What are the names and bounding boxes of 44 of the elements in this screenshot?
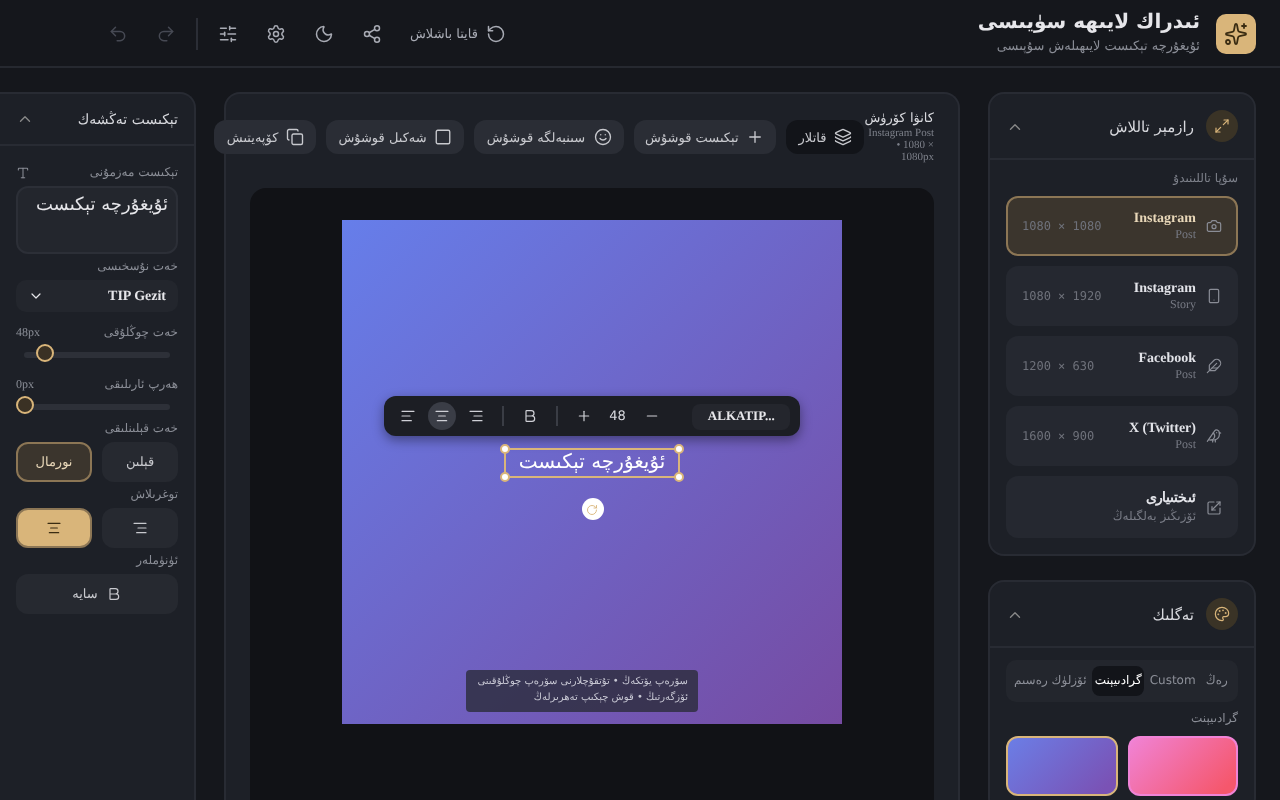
layers-icon: [834, 128, 853, 146]
square-icon: [434, 128, 453, 146]
align-right-icon: [132, 520, 148, 536]
plus-icon: [746, 128, 765, 146]
sparkle-icon: [1224, 21, 1248, 45]
align-center-icon: [433, 408, 450, 424]
chevron-up-icon: [16, 110, 34, 128]
slider-thumb[interactable]: [16, 396, 34, 414]
resize-handle[interactable]: [500, 472, 511, 482]
settings-icon: [266, 23, 286, 43]
moon-icon: [314, 23, 334, 43]
canvas-text[interactable]: ئۇيغۇرچە تېكىست: [504, 448, 680, 478]
undo-icon: [108, 23, 128, 43]
redo-icon: [156, 23, 176, 43]
resize-handle[interactable]: [673, 444, 684, 454]
collapse-toggle[interactable]: [16, 110, 34, 128]
bird-icon: [1206, 428, 1222, 444]
align-left-icon: [399, 408, 416, 424]
resize-icon: [1206, 499, 1222, 515]
text-input[interactable]: ئۇيغۇرچە تېكىست: [16, 186, 178, 254]
slider-thumb[interactable]: [36, 344, 55, 362]
reset-icon: [485, 23, 506, 43]
chevron-down-icon: [28, 288, 44, 304]
align-right-icon: [467, 408, 484, 424]
rotate-icon: [586, 503, 598, 515]
align-center-icon: [46, 520, 62, 536]
rotate-handle[interactable]: [581, 498, 603, 520]
palette-glyph-icon: [1214, 606, 1230, 622]
camera-icon: [1206, 218, 1222, 234]
sliders-icon: [218, 23, 238, 43]
align-button[interactable]: [427, 402, 456, 430]
resize-handle[interactable]: [500, 444, 511, 454]
share-icon: [362, 23, 382, 43]
resize-handle[interactable]: [673, 472, 684, 482]
smiley-icon: [593, 128, 612, 146]
arrows-icon: [1214, 118, 1230, 134]
align-option[interactable]: [16, 508, 92, 548]
bold-icon: [521, 408, 538, 424]
text-icon: [16, 166, 30, 180]
phone-icon: [1206, 288, 1222, 304]
copy-icon: [286, 128, 305, 146]
plus-icon: [575, 408, 592, 424]
feather-icon: [1206, 358, 1222, 374]
app-title: ئىدراك لايىھە سۈيىسى: [977, 12, 1200, 34]
